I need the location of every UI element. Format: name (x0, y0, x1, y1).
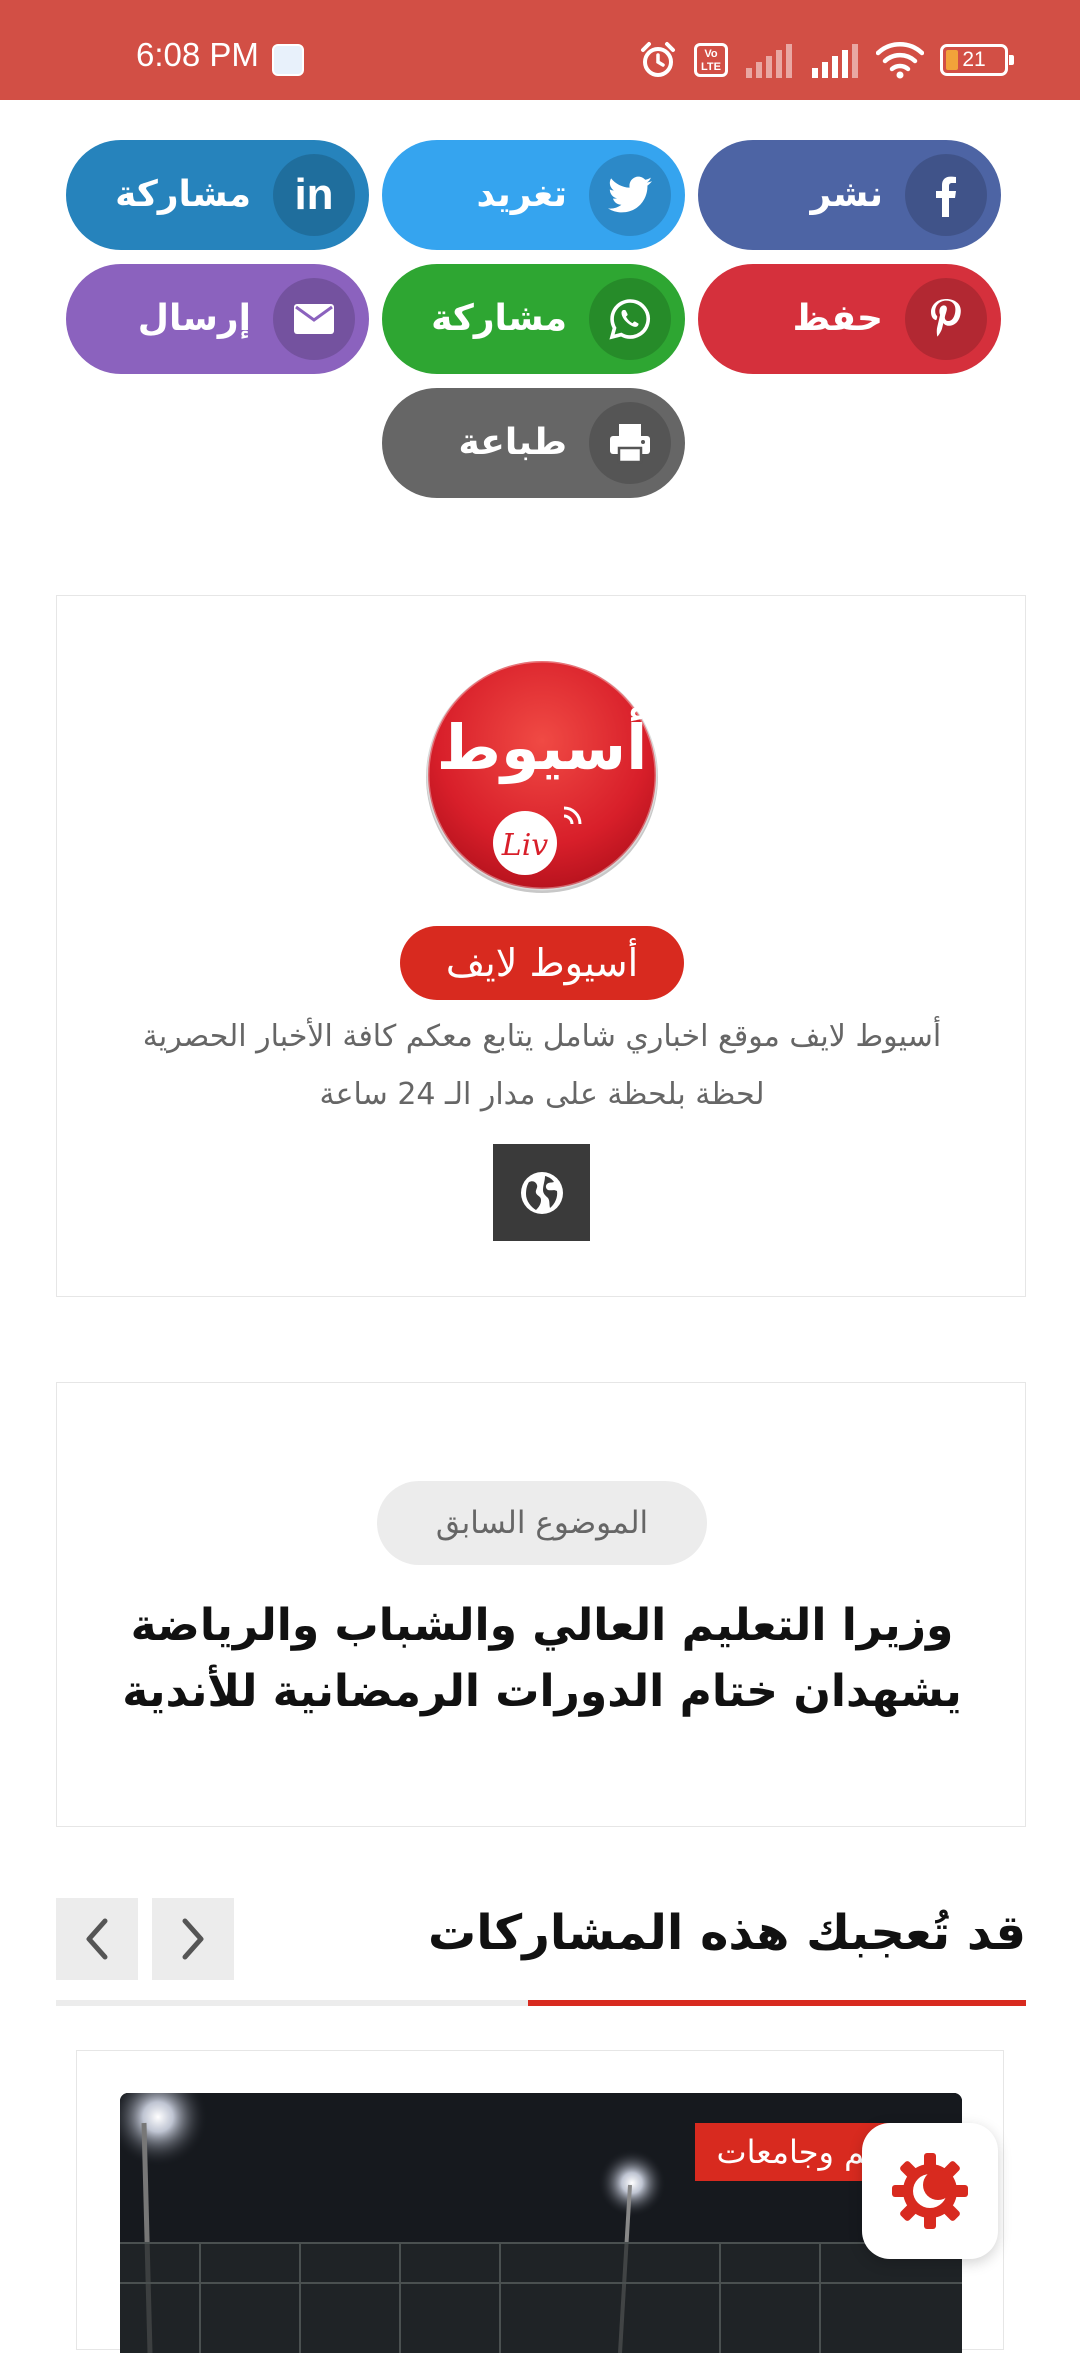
status-icons: Vo LTE 21 (638, 40, 1014, 80)
share-email-label: إرسال (137, 298, 251, 339)
author-name-badge[interactable]: أسيوط لايف (400, 926, 684, 1000)
author-logo[interactable]: أسيوط Liv (424, 651, 660, 901)
share-facebook-label: نشر (810, 174, 883, 215)
share-twitter-button[interactable]: تغريد (382, 140, 685, 250)
pinterest-icon (905, 278, 987, 360)
slider-next-button[interactable] (152, 1898, 234, 1980)
share-whatsapp-label: مشاركة (431, 298, 567, 339)
author-website-button[interactable] (493, 1144, 590, 1241)
author-description: أسيوط لايف موقع اخباري شامل يتابع معكم ك… (142, 1019, 942, 1112)
previous-post-label: الموضوع السابق (377, 1481, 707, 1565)
facebook-icon (905, 154, 987, 236)
dark-mode-toggle-button[interactable] (862, 2123, 998, 2259)
battery-icon: 21 (940, 44, 1014, 76)
chevron-right-icon (182, 1918, 204, 1960)
app-notification-icon (272, 44, 304, 76)
related-post-image[interactable]: تعليم وجامعات (120, 2093, 962, 2353)
volte-icon: Vo LTE (694, 43, 728, 77)
slider-prev-button[interactable] (56, 1898, 138, 1980)
whatsapp-icon (589, 278, 671, 360)
previous-post-box[interactable]: الموضوع السابق وزيرا التعليم العالي والش… (56, 1382, 1026, 1827)
related-posts-heading: قد تُعجبك هذه المشاركات (428, 1905, 1026, 1961)
battery-level: 21 (962, 48, 986, 71)
heading-accent-bar (528, 2000, 1026, 2006)
linkedin-icon: in (273, 154, 355, 236)
signal-strong-icon (812, 44, 858, 78)
printer-icon (589, 402, 671, 484)
alarm-icon (641, 42, 675, 77)
share-facebook-button[interactable]: نشر (698, 140, 1001, 250)
previous-post-title[interactable]: وزيرا التعليم العالي والشباب والرياضة يش… (97, 1593, 987, 1725)
share-pinterest-label: حفظ (792, 298, 883, 339)
svg-text:Liv: Liv (501, 828, 549, 863)
envelope-icon (273, 278, 355, 360)
globe-icon (520, 1171, 563, 1214)
status-bar: 6:08 PM Vo LTE 21 (0, 0, 1080, 100)
author-box: أسيوط Liv أسيوط لايف أسيوط لايف موقع اخب… (56, 595, 1026, 1297)
share-print-label: طباعة (458, 422, 567, 463)
share-whatsapp-button[interactable]: مشاركة (382, 264, 685, 374)
moon-gear-icon (892, 2153, 968, 2229)
share-email-button[interactable]: إرسال (66, 264, 369, 374)
status-time: 6:08 PM (136, 36, 259, 73)
svg-text:أسيوط: أسيوط (437, 707, 648, 784)
wifi-icon (876, 42, 924, 79)
share-linkedin-button[interactable]: in مشاركة (66, 140, 369, 250)
share-pinterest-button[interactable]: حفظ (698, 264, 1001, 374)
signal-weak-icon (746, 44, 792, 78)
share-twitter-label: تغريد (476, 174, 567, 215)
twitter-icon (589, 154, 671, 236)
share-linkedin-label: مشاركة (115, 174, 251, 215)
share-print-button[interactable]: طباعة (382, 388, 685, 498)
chevron-left-icon (86, 1918, 108, 1960)
